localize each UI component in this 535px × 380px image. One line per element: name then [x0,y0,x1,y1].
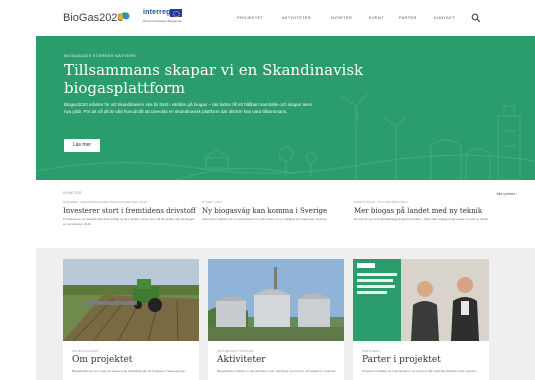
main-nav: PROJEKTET AKTIVITETER NYHETER EVENT PART… [0,15,535,25]
search-icon[interactable] [471,13,481,23]
card-kicker: PARTNERS [362,349,380,353]
card-text: Projektet innefattar ett brett spektrum … [362,369,478,373]
nav-item-event[interactable]: EVENT [369,15,384,20]
hero-banner: BIOGAS2020 STÄRKER NÄTVERK Tillsammans s… [36,36,535,180]
card-om-projektet[interactable]: OM BIOGAS2020 Om projektet Biogas2020 ha… [63,259,199,380]
card-parter[interactable]: PARTNERS Parter i projektet Projektet in… [353,259,489,380]
nav-item-projektet[interactable]: PROJEKTET [237,15,263,20]
card-image-biogas-plant [208,259,344,341]
card-title[interactable]: Om projektet [72,355,132,365]
news-excerpt: Flera större aktörer har nu samarbetat o… [202,217,328,221]
news-excerpt: Produksjonen av biogass skal økes krafti… [63,217,195,226]
news-item[interactable]: SVERIGE: VÄRLDSLEDANDE BIOGASMARKNAD 201… [63,200,198,226]
news-excerpt: Nu ska de nya små gårdsanläggningarna bl… [354,217,489,221]
news-kicker: FÖRTÄTNING: PÅ LANDSBYGDEN [354,200,408,204]
nav-item-nyheter[interactable]: NYHETER [331,15,352,20]
site-header: BioGas2020 interreg Öresund-Kattegat-Ska… [0,0,535,36]
card-text: Biogas2020 omfattar en rad aktiviteter i… [217,369,337,373]
hero-text: Biogas2020 arbetar för att Skandinavien … [64,102,313,114]
card-aktiviteter[interactable]: PROJEKTAKTIVITETER Aktiviteter Biogas202… [208,259,344,380]
news-kicker: NYHET: 2017 [202,200,223,204]
card-title[interactable]: Aktiviteter [217,355,266,365]
nav-item-parter[interactable]: PARTER [399,15,417,20]
card-kicker: OM BIOGAS2020 [72,349,99,353]
card-image-partners-meeting [353,259,489,341]
news-section-label: NYHETER [63,191,82,195]
news-title[interactable]: Investerer stort i fremtidens drivstoff [63,207,198,216]
all-news-link[interactable]: Alla nyheter › [496,192,517,196]
card-title[interactable]: Parter i projektet [362,355,441,365]
card-text: Biogas2020 har som syfte att skapa goda … [72,369,186,373]
card-kicker: PROJEKTAKTIVITETER [217,349,254,353]
news-kicker: SVERIGE: VÄRLDSLEDANDE BIOGASMARKNAD 201… [63,200,148,204]
news-title[interactable]: Mer biogas på landet med ny teknik [354,207,520,216]
hero-title: Tillsammans skapar vi en Skandinavisk bi… [64,61,364,97]
nav-item-aktiviteter[interactable]: AKTIVITETER [282,15,311,20]
news-item[interactable]: FÖRTÄTNING: PÅ LANDSBYGDEN Mer biogas på… [354,200,520,222]
card-image-tractor [63,259,199,341]
news-item[interactable]: NYHET: 2017 Ny biogasväg kan komma i Sve… [202,200,337,222]
read-more-button[interactable]: Läs mer [64,139,100,152]
news-title[interactable]: Ny biogasväg kan komma i Sverige [202,207,337,216]
hero-kicker: BIOGAS2020 STÄRKER NÄTVERK [64,53,137,58]
nav-item-kontakt[interactable]: KONTAKT [434,15,455,20]
